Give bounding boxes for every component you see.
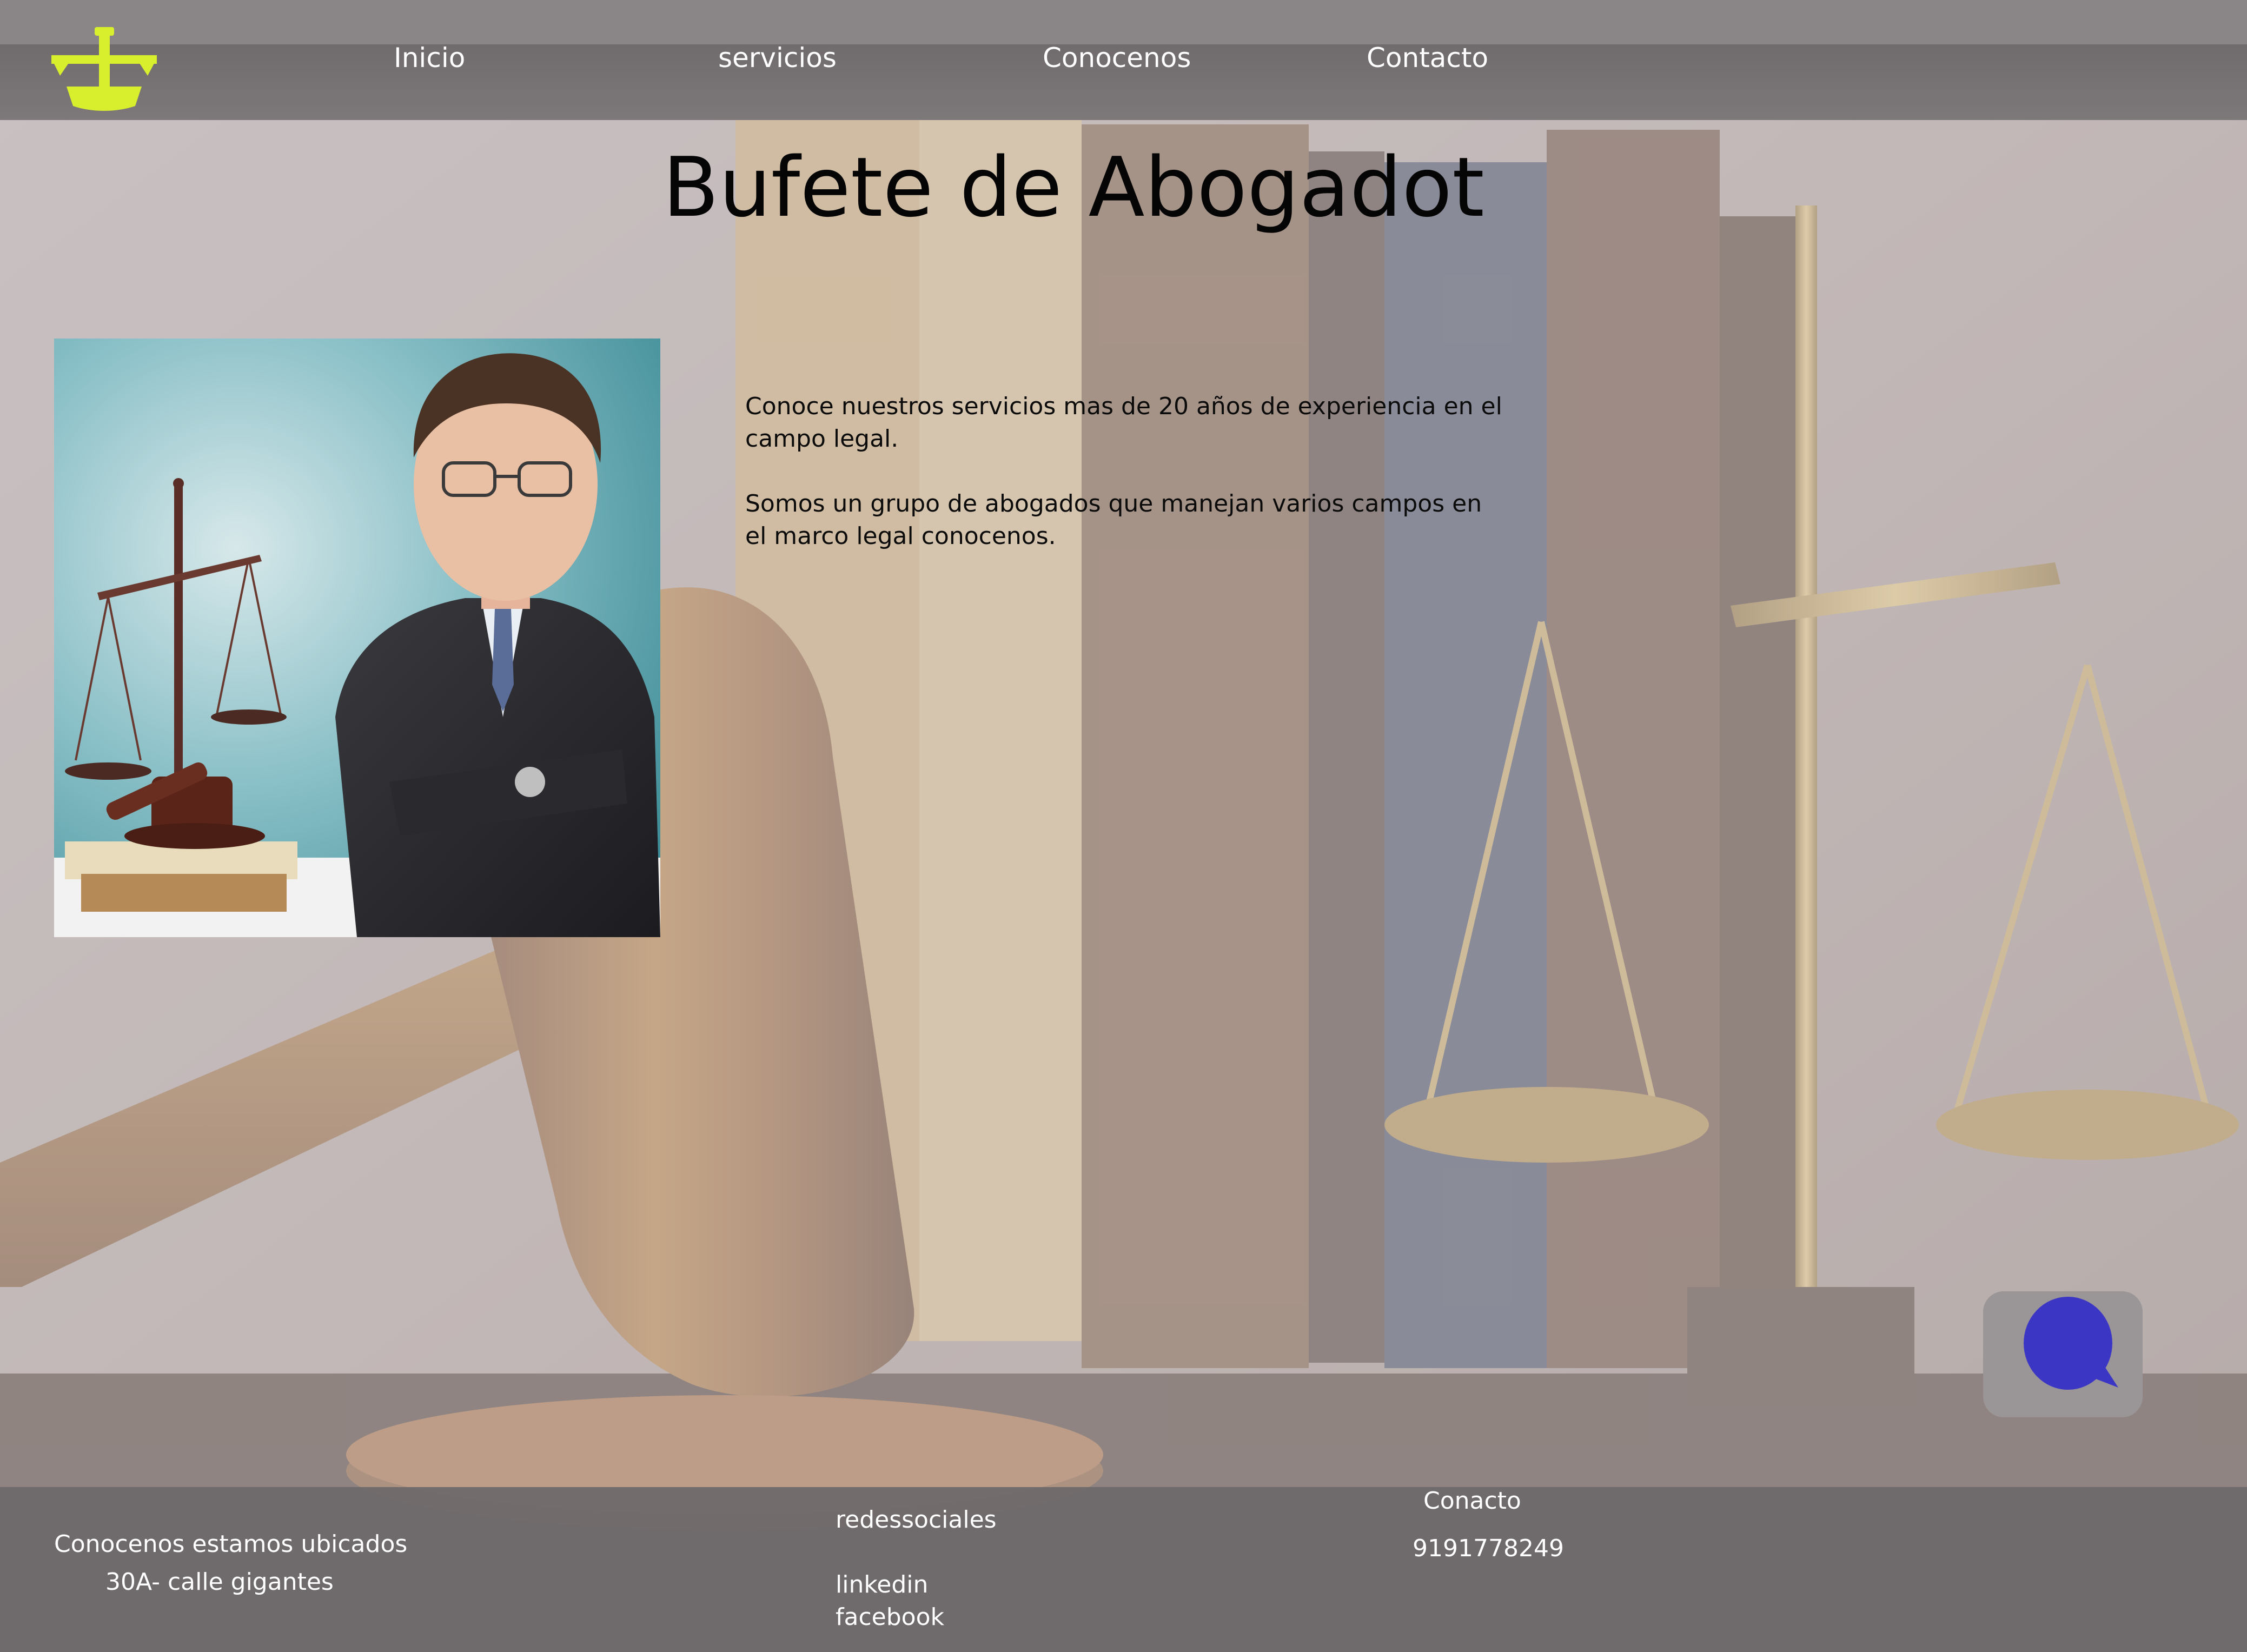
nav-conocenos[interactable]: Conocenos [1043, 42, 1191, 74]
top-strip [0, 0, 2247, 44]
page-title: Bufete de Abogadot [662, 140, 1484, 235]
intro-group: Somos un grupo de abogados que manejan v… [745, 490, 1482, 550]
lawyer-photo [54, 339, 660, 937]
footer-facebook-link[interactable]: facebook [836, 1603, 944, 1631]
footer-contact-title: Conacto [1423, 1487, 1521, 1515]
intro-section: Conoce nuestros servicios mas de 20 años… [745, 390, 1502, 585]
footer-address: 30A- calle gigantes [105, 1568, 334, 1596]
intro-experience: Conoce nuestros servicios mas de 20 años… [745, 393, 1502, 453]
footer-about: Conocenos estamos ubicados [54, 1530, 408, 1558]
chat-button[interactable] [1983, 1291, 2143, 1417]
nav-inicio[interactable]: Inicio [394, 42, 465, 74]
footer-social-title: redessociales [836, 1506, 997, 1534]
footer-linkedin-link[interactable]: linkedin [836, 1571, 928, 1598]
nav-servicios[interactable]: servicios [718, 42, 837, 74]
scales-of-justice-icon[interactable] [51, 27, 157, 111]
nav-contacto[interactable]: Contacto [1367, 42, 1488, 74]
footer: Conocenos estamos ubicados 30A- calle gi… [0, 1487, 2247, 1652]
footer-phone: 9191778249 [1413, 1535, 1564, 1562]
chat-bubble-icon [2024, 1297, 2118, 1390]
